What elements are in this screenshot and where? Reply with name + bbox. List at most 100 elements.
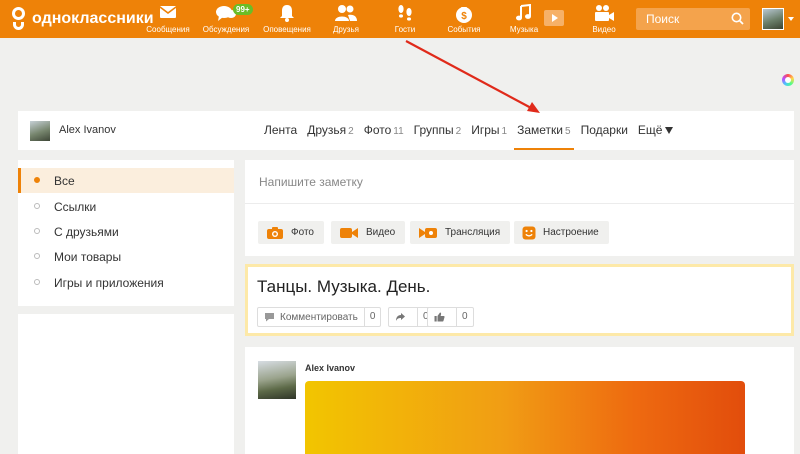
menu-item-label: Игры и приложения — [54, 276, 164, 290]
nav-video[interactable]: Видео — [575, 4, 633, 35]
odnoklassniki-logo[interactable]: одноклассники — [10, 7, 154, 31]
people-icon — [317, 4, 375, 24]
tab-count: 11 — [393, 126, 404, 137]
tab-label: Подарки — [580, 123, 628, 137]
menu-item-label: Мои товары — [54, 250, 122, 264]
nav-events-label: События — [447, 25, 481, 34]
envelope-icon — [139, 4, 197, 24]
share-arrow-icon — [396, 313, 405, 321]
tab-label: Лента — [264, 123, 298, 137]
search-input[interactable] — [636, 8, 728, 30]
caret-down-icon — [665, 127, 674, 135]
like-button[interactable]: 0 — [427, 307, 474, 327]
nav-messages-label: Сообщения — [146, 25, 190, 34]
tab-count: 5 — [565, 126, 571, 137]
camera-icon — [267, 226, 283, 239]
money-bag-icon: $ — [435, 4, 493, 24]
note-composer: Фото Видео Трансляция Настроение — [245, 160, 794, 256]
note-title[interactable]: Танцы. Музыка. День. — [257, 277, 430, 297]
tab-label: Фото — [363, 123, 392, 137]
bell-icon — [258, 4, 316, 24]
tab-more[interactable]: Ещё — [638, 111, 674, 150]
menu-item-label: С друзьями — [54, 225, 119, 239]
comment-label-wrap: Комментировать — [258, 308, 364, 326]
nav-video-play[interactable] — [534, 9, 574, 29]
nav-friends[interactable]: Друзья — [317, 4, 375, 35]
thumbs-up-icon — [434, 312, 445, 322]
menu-item-with-friends[interactable]: С друзьями — [18, 219, 234, 244]
tab-count: 2 — [455, 126, 462, 137]
add-mood-label: Настроение — [543, 227, 599, 238]
tab-notes[interactable]: Заметки 5 — [514, 111, 575, 150]
comment-count: 0 — [363, 308, 381, 326]
profile-tabs: Лента Друзья 2 Фото 11 Группы 2 Игры 1 Замет… — [264, 111, 683, 150]
nav-discussions-label: Обсуждения — [202, 25, 250, 34]
video-camera-icon — [340, 227, 358, 238]
search-box — [636, 8, 750, 30]
tab-label: Заметки — [517, 123, 563, 137]
user-avatar[interactable] — [762, 8, 784, 30]
menu-item-all[interactable]: Все — [18, 168, 234, 193]
add-broadcast-label: Трансляция — [445, 227, 501, 238]
avatar-menu-caret-icon[interactable] — [788, 17, 794, 21]
nav-friends-label: Друзья — [333, 25, 359, 34]
tab-photos[interactable]: Фото 11 — [364, 111, 404, 150]
note-input[interactable] — [245, 160, 794, 204]
nav-notifications[interactable]: Оповещения — [258, 4, 316, 35]
tab-label: Ещё — [637, 123, 663, 137]
svg-text:$: $ — [461, 11, 467, 22]
like-count: 0 — [456, 308, 473, 326]
bullet-icon — [34, 228, 40, 234]
broadcast-icon — [419, 227, 437, 238]
movie-camera-icon — [575, 4, 633, 24]
comment-button[interactable]: Комментировать 0 — [257, 307, 382, 327]
menu-item-links[interactable]: Ссылки — [18, 194, 234, 219]
bullet-icon — [34, 177, 40, 183]
menu-item-games-apps[interactable]: Игры и приложения — [18, 270, 234, 295]
tab-label: Группы — [413, 123, 454, 137]
tab-count: 1 — [501, 126, 508, 137]
profile-avatar[interactable] — [30, 121, 50, 141]
bullet-icon — [34, 279, 40, 285]
tab-feed[interactable]: Лента — [264, 111, 297, 150]
post-media-image[interactable] — [305, 381, 745, 454]
tab-groups[interactable]: Группы 2 — [414, 111, 462, 150]
top-navigation-bar: одноклассники Сообщения 99+ Обсуждения О… — [0, 0, 800, 38]
nav-discussions[interactable]: 99+ Обсуждения — [197, 4, 255, 35]
left-column-panel — [18, 314, 234, 454]
add-photo-button[interactable]: Фото — [258, 221, 324, 244]
nav-guests[interactable]: Гости — [376, 4, 434, 35]
menu-item-label: Все — [54, 174, 75, 188]
bullet-icon — [34, 253, 40, 259]
ok-logo-icon — [10, 7, 27, 31]
add-video-label: Видео — [366, 227, 396, 238]
like-label-wrap — [428, 308, 456, 326]
share-label-wrap — [389, 308, 417, 326]
tab-gifts[interactable]: Подарки — [581, 111, 628, 150]
add-video-button[interactable]: Видео — [331, 221, 406, 244]
add-mood-button[interactable]: Настроение — [514, 221, 609, 244]
nav-messages[interactable]: Сообщения — [139, 4, 197, 35]
add-broadcast-button[interactable]: Трансляция — [410, 221, 511, 244]
feed-post: Alex Ivanov — [245, 347, 794, 454]
profile-bar: Alex Ivanov Лента Друзья 2 Фото 11 Группы 2… — [18, 111, 794, 150]
video-play-icon — [534, 9, 574, 29]
comment-icon — [265, 313, 274, 322]
tab-label: Друзья — [307, 123, 347, 137]
profile-name[interactable]: Alex Ivanov — [59, 124, 116, 136]
tab-friends[interactable]: Друзья 2 — [307, 111, 353, 150]
search-icon[interactable] — [731, 12, 744, 30]
smiley-icon — [522, 226, 536, 239]
discussions-badge: 99+ — [233, 4, 253, 15]
notes-filter-menu: Все Ссылки С друзьями Мои товары Игры и … — [18, 160, 234, 306]
nav-events[interactable]: $ События — [435, 4, 493, 35]
post-author-avatar[interactable] — [258, 361, 296, 399]
menu-item-my-products[interactable]: Мои товары — [18, 244, 234, 269]
tab-label: Игры — [471, 123, 500, 137]
menu-item-label: Ссылки — [54, 200, 97, 214]
color-wheel-icon[interactable] — [782, 74, 794, 86]
comment-label: Комментировать — [280, 311, 358, 323]
footprints-icon — [376, 4, 434, 24]
tab-games[interactable]: Игры 1 — [471, 111, 507, 150]
post-author-name[interactable]: Alex Ivanov — [305, 363, 355, 373]
